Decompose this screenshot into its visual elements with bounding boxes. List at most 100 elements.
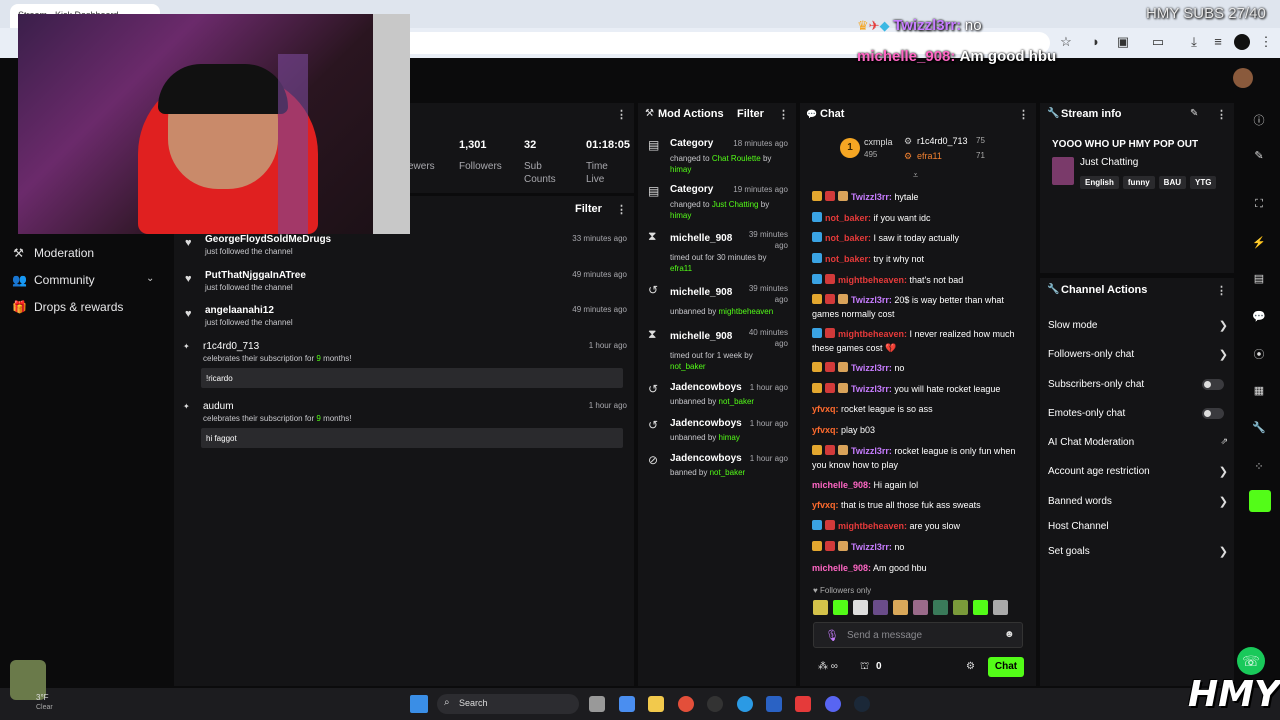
windows-start-icon[interactable] [410, 695, 428, 713]
sidebar-icon[interactable]: ▭ [1150, 34, 1166, 50]
emotes-only-row[interactable]: Emotes-only chat [1048, 408, 1228, 419]
chat-username[interactable]: Twizzl3rr: [851, 384, 892, 394]
chat-username[interactable]: not_baker: [825, 233, 871, 243]
mod-actor[interactable]: mightbeheaven [719, 307, 774, 316]
emote-icon[interactable] [873, 600, 888, 615]
chevron-right-icon[interactable]: ❯ [1219, 319, 1228, 332]
support-icon[interactable]: ☏ [1237, 647, 1265, 675]
chevron-right-icon[interactable]: ❯ [1219, 545, 1228, 558]
wrench-icon[interactable]: 🔧 [1252, 421, 1266, 435]
clipboard-icon[interactable]: ▤ [1252, 272, 1266, 286]
emoji-icon[interactable]: ☻ [1004, 629, 1015, 640]
taskview-icon[interactable] [589, 696, 605, 712]
steam-icon[interactable] [854, 696, 870, 712]
toggle-switch[interactable] [1202, 408, 1224, 419]
fullscreen-icon[interactable]: ⛶ [1252, 198, 1266, 212]
chat-username[interactable]: mightbeheaven: [838, 521, 907, 531]
mod-target[interactable]: Jadencowboys [670, 453, 742, 464]
mod-actor[interactable]: not_baker [670, 362, 706, 371]
kebab-icon[interactable]: ⋮ [616, 203, 627, 216]
mod-target[interactable]: michelle_908 [670, 233, 732, 244]
feed-username[interactable]: PutThatNjggaInATree [205, 270, 306, 281]
banned-words-row[interactable]: Banned words ❯ [1048, 495, 1228, 508]
emote-bar[interactable] [813, 600, 1023, 616]
mod-target[interactable]: michelle_908 [670, 287, 732, 298]
chat-username[interactable]: Twizzl3rr: [851, 192, 892, 202]
extension-icon[interactable]: ◗ [1088, 34, 1104, 50]
followers-only-row[interactable]: Followers-only chat ❯ [1048, 349, 1228, 361]
emote-icon[interactable] [893, 600, 908, 615]
star-icon[interactable]: ☆ [1058, 34, 1074, 50]
chevron-down-icon[interactable]: ⌄ [146, 273, 154, 284]
leaderboard-user[interactable]: r1c4rd0_713 [917, 136, 968, 146]
emote-icon[interactable] [993, 600, 1008, 615]
kebab-icon[interactable]: ⋮ [616, 108, 627, 121]
external-link-icon[interactable]: ⇗ [1220, 436, 1228, 447]
info-icon[interactable]: ⓘ [1252, 112, 1266, 127]
leaderboard-user[interactable]: efra11 [917, 151, 942, 161]
menu-icon[interactable]: ≡ [1210, 34, 1226, 50]
mic-icon[interactable]: 🎙 [825, 629, 839, 642]
nav-moderation[interactable]: ⚒ Moderation [12, 246, 94, 260]
emote-icon[interactable] [933, 600, 948, 615]
chevron-right-icon[interactable]: ❯ [1219, 465, 1228, 478]
edit-icon[interactable]: ✎ [1190, 108, 1198, 119]
mod-target[interactable]: michelle_908 [670, 331, 732, 342]
edge-icon[interactable] [737, 696, 753, 712]
mod-actor[interactable]: himay [670, 165, 691, 174]
discord-icon[interactable] [825, 696, 841, 712]
emote-icon[interactable] [813, 600, 828, 615]
kebab-icon[interactable]: ⋮ [778, 108, 789, 121]
kebab-icon[interactable]: ⋮ [1018, 108, 1029, 121]
kebab-icon[interactable]: ⋮ [1216, 108, 1227, 121]
nav-drops[interactable]: 🎁 Drops & rewards [12, 300, 123, 314]
layout-icon[interactable]: ▦ [1252, 384, 1266, 398]
extension-icon[interactable] [1249, 490, 1271, 512]
chevron-right-icon[interactable]: ❯ [1219, 495, 1228, 508]
emote-icon[interactable] [913, 600, 928, 615]
chat-username[interactable]: mightbeheaven: [838, 275, 907, 285]
drops-icon[interactable]: ⁂ ∞ [818, 661, 838, 672]
taskbar-search[interactable]: ⌕ Search [437, 694, 579, 714]
chat-username[interactable]: yfvxq: [812, 404, 839, 414]
mod-actor[interactable]: not_baker [719, 397, 755, 406]
mod-filter-button[interactable]: Filter [737, 108, 764, 120]
feed-username[interactable]: audum [203, 401, 234, 412]
ai-moderation-row[interactable]: AI Chat Moderation ⇗ [1048, 436, 1228, 448]
chat-username[interactable]: not_baker: [825, 254, 871, 264]
set-goals-row[interactable]: Set goals ❯ [1048, 545, 1228, 558]
feed-username[interactable]: r1c4rd0_713 [203, 341, 259, 352]
broadcast-icon[interactable]: ⦿ [1252, 346, 1266, 361]
slow-mode-row[interactable]: Slow mode ❯ [1048, 319, 1228, 332]
send-chat-button[interactable]: Chat [988, 657, 1024, 677]
gear-icon[interactable]: ⚙ [966, 661, 975, 672]
avatar[interactable] [1233, 68, 1253, 88]
chat-username[interactable]: Twizzl3rr: [851, 542, 892, 552]
chat-username[interactable]: not_baker: [825, 213, 871, 223]
emote-icon[interactable] [973, 600, 988, 615]
mod-actor[interactable]: efra11 [670, 264, 692, 273]
copilot-icon[interactable] [619, 696, 635, 712]
more-icon[interactable]: ⋮ [1258, 34, 1274, 50]
mod-actor[interactable]: himay [719, 433, 740, 442]
chrome-icon[interactable] [678, 696, 694, 712]
download-icon[interactable]: ⤓ [1186, 34, 1202, 50]
obs-icon[interactable] [707, 696, 723, 712]
account-age-row[interactable]: Account age restriction ❯ [1048, 465, 1228, 478]
leaderboard-user[interactable]: cxmpla [864, 137, 893, 147]
kebab-icon[interactable]: ⋮ [1216, 284, 1227, 297]
feed-filter-button[interactable]: Filter [575, 203, 602, 215]
chat-username[interactable]: yfvxq: [812, 500, 839, 510]
mod-actor[interactable]: not_baker [710, 468, 746, 477]
chat-username[interactable]: yfvxq: [812, 425, 839, 435]
chat-icon[interactable]: 💬 [1252, 310, 1266, 324]
chevron-down-icon[interactable]: ⩡ [913, 170, 918, 181]
youtube-icon[interactable] [795, 696, 811, 712]
apps-icon[interactable]: ⁘ [1252, 460, 1266, 474]
subscribers-only-row[interactable]: Subscribers-only chat [1048, 379, 1228, 390]
store-icon[interactable] [766, 696, 782, 712]
mod-target[interactable]: Jadencowboys [670, 418, 742, 429]
toggle-switch[interactable] [1202, 379, 1224, 390]
chat-username[interactable]: mightbeheaven: [838, 329, 907, 339]
feed-username[interactable]: GeorgeFloydSoldMeDrugs [205, 234, 331, 245]
